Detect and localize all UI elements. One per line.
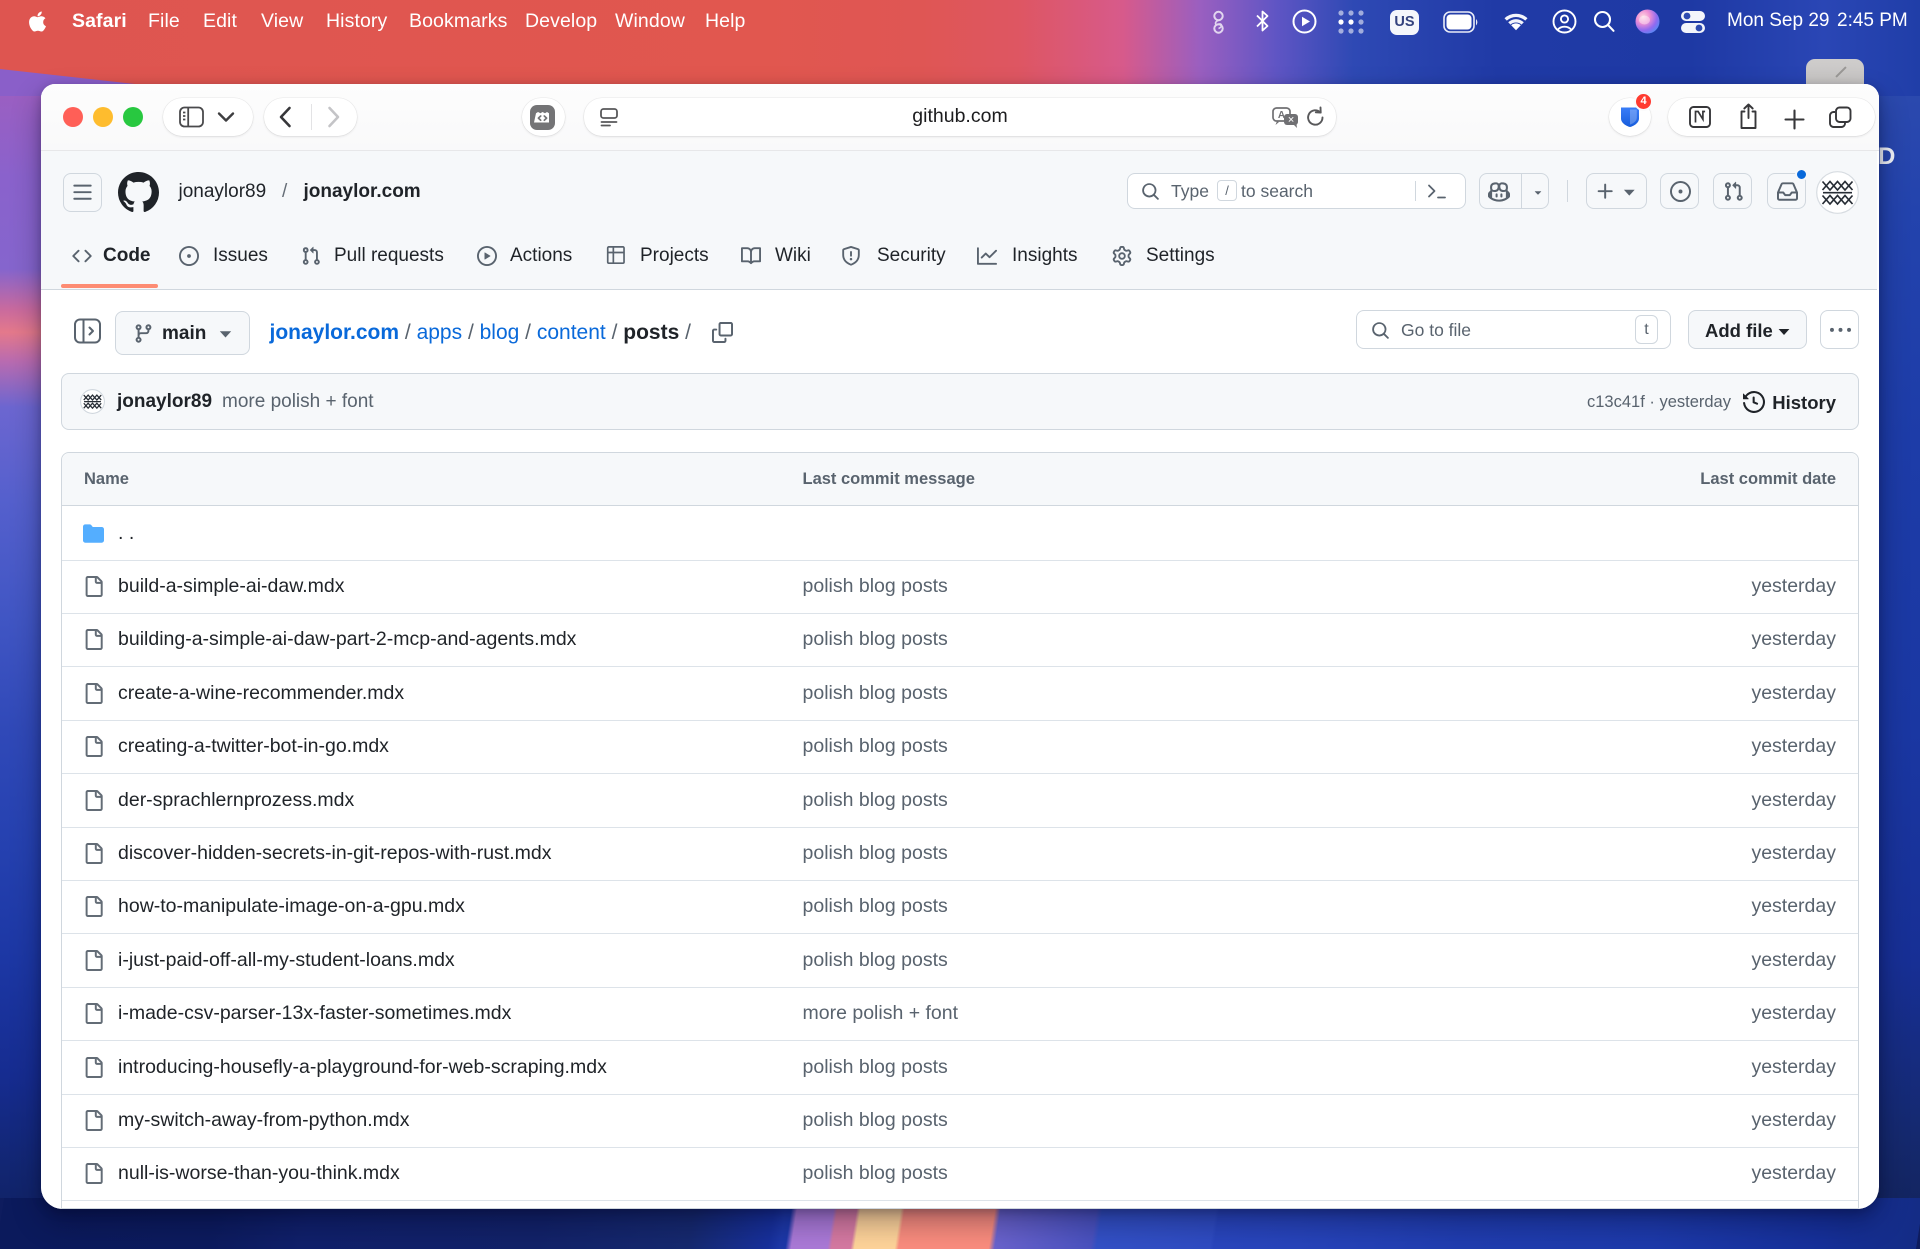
svg-text:✕: ✕ [1287,115,1294,125]
